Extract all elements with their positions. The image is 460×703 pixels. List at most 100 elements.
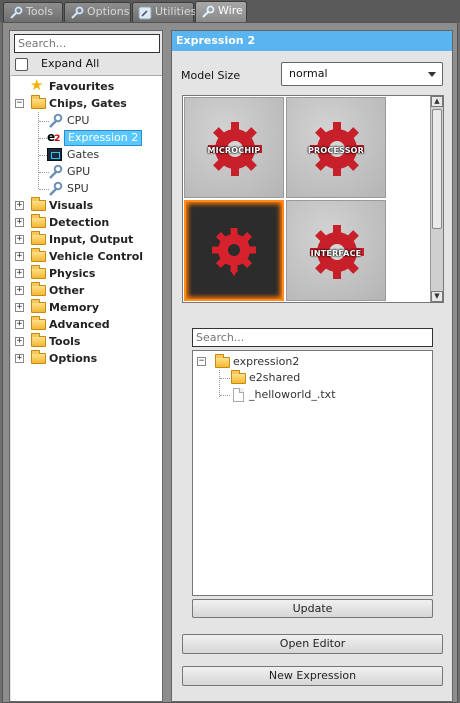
tree-item-label: Favourites <box>49 80 115 93</box>
wrench-icon <box>71 6 84 19</box>
gates-icon <box>47 148 62 161</box>
tree-item-gpu[interactable]: GPU <box>11 163 162 180</box>
tree-item-gates[interactable]: Gates <box>11 146 162 163</box>
file-icon <box>233 388 244 402</box>
tab-label: Utilities <box>155 5 197 18</box>
star-icon: ★ <box>30 76 44 94</box>
expand-toggle[interactable]: + <box>15 252 24 261</box>
wrench-icon <box>49 181 63 196</box>
checkbox[interactable] <box>15 58 28 71</box>
expand-toggle[interactable]: + <box>15 337 24 346</box>
model-tile-processor[interactable]: PROCESSOR <box>286 97 386 198</box>
model-tile-interface[interactable]: INTERFACE <box>286 200 386 301</box>
collapse-toggle[interactable]: − <box>15 99 24 108</box>
model-label: INTERFACE <box>310 249 362 258</box>
folder-icon <box>31 214 46 228</box>
tree-item-chips-gates[interactable]: − Chips, Gates <box>11 95 162 112</box>
folder-icon <box>31 231 46 245</box>
tree-item-label: Input, Output <box>49 233 134 246</box>
model-label: MICROCHIP <box>207 146 261 155</box>
expand-all-label: Expand All <box>41 57 100 70</box>
scroll-up-button[interactable]: ▲ <box>431 96 443 107</box>
wrench-icon <box>49 113 63 128</box>
tree-item-physics[interactable]: + Physics <box>11 265 162 282</box>
tab-label: Wire <box>218 4 243 17</box>
tree-item-label: Detection <box>49 216 110 229</box>
folder-icon <box>31 197 46 211</box>
tab-options[interactable]: Options <box>64 2 131 22</box>
folder-icon <box>31 95 46 109</box>
tool-settings-pane: Expression 2 Model Size normal MICROCHIP <box>171 30 453 702</box>
file-search-input[interactable] <box>192 328 433 347</box>
tree-item-label: Options <box>49 352 98 365</box>
tree-item-options[interactable]: + Options <box>11 350 162 367</box>
tab-label: Options <box>87 5 130 18</box>
folder-label: e2shared <box>249 371 301 384</box>
category-search-input[interactable] <box>14 34 160 53</box>
category-tree: ★ Favourites − Chips, Gates CPU e2 Expre… <box>11 75 162 701</box>
wrench-icon <box>202 5 215 18</box>
tree-connector <box>219 370 220 397</box>
tree-item-other[interactable]: + Other <box>11 282 162 299</box>
folder-icon <box>31 299 46 313</box>
tree-item-label: Visuals <box>49 199 94 212</box>
tree-item-cpu[interactable]: CPU <box>11 112 162 129</box>
model-tile-selected[interactable] <box>184 200 284 301</box>
pane-title: Expression 2 <box>172 31 452 51</box>
tree-item-label: Expression 2 <box>64 130 143 146</box>
tree-item-label: Vehicle Control <box>49 250 144 263</box>
wrench-icon <box>49 164 63 179</box>
tree-item-visuals[interactable]: + Visuals <box>11 197 162 214</box>
tree-item-expression-2[interactable]: e2 Expression 2 <box>11 129 162 146</box>
tree-item-advanced[interactable]: + Advanced <box>11 316 162 333</box>
tree-item-input-output[interactable]: + Input, Output <box>11 231 162 248</box>
new-expression-button[interactable]: New Expression <box>182 666 443 686</box>
tree-item-label: GPU <box>67 165 91 178</box>
expand-toggle[interactable]: + <box>15 286 24 295</box>
model-size-value: normal <box>289 67 328 80</box>
open-editor-button[interactable]: Open Editor <box>182 634 443 654</box>
gallery-scrollbar[interactable]: ▲ ▼ <box>430 96 443 302</box>
folder-icon <box>31 350 46 364</box>
tree-item-label: CPU <box>67 114 90 127</box>
expand-toggle[interactable]: + <box>15 320 24 329</box>
expand-toggle[interactable]: + <box>15 354 24 363</box>
model-size-label: Model Size <box>181 69 241 82</box>
expand-toggle[interactable]: + <box>15 269 24 278</box>
expand-toggle[interactable]: + <box>15 235 24 244</box>
expand-toggle[interactable]: + <box>15 201 24 210</box>
category-pane: Expand All ★ Favourites − Chips, Gates <box>9 30 163 702</box>
tree-item-spu[interactable]: SPU <box>11 180 162 197</box>
folder-icon <box>31 316 46 330</box>
tree-connector <box>220 395 230 396</box>
expand-toggle[interactable]: + <box>15 303 24 312</box>
tree-item-vehicle-control[interactable]: + Vehicle Control <box>11 248 162 265</box>
tab-utilities[interactable]: Utilities <box>132 2 197 22</box>
tree-item-memory[interactable]: + Memory <box>11 299 162 316</box>
folder-icon <box>31 248 46 262</box>
utilities-icon <box>138 6 152 20</box>
tree-item-detection[interactable]: + Detection <box>11 214 162 231</box>
scroll-down-button[interactable]: ▼ <box>431 291 443 302</box>
model-gallery: MICROCHIP PROCESSOR INTERFACE ▲ ▼ <box>182 95 444 303</box>
folder-icon <box>231 370 246 384</box>
tree-item-label: Advanced <box>49 318 110 331</box>
folder-icon <box>31 282 46 296</box>
tree-item-label: Memory <box>49 301 100 314</box>
folder-icon <box>215 354 230 368</box>
tree-item-label: Physics <box>49 267 96 280</box>
tab-tools[interactable]: Tools <box>3 2 63 22</box>
tree-item-label: Tools <box>49 335 81 348</box>
model-tile-microchip[interactable]: MICROCHIP <box>184 97 284 198</box>
tree-item-label: Other <box>49 284 85 297</box>
tab-wire[interactable]: Wire <box>195 1 247 22</box>
scrollbar-thumb[interactable] <box>432 109 442 229</box>
collapse-toggle[interactable]: − <box>197 357 206 366</box>
expand-toggle[interactable]: + <box>15 218 24 227</box>
wrench-icon <box>10 6 23 19</box>
tree-item-favourites[interactable]: ★ Favourites <box>11 76 162 95</box>
model-size-select[interactable]: normal <box>281 62 443 86</box>
chevron-down-icon <box>428 72 436 77</box>
update-button[interactable]: Update <box>192 599 433 618</box>
tree-item-tools[interactable]: + Tools <box>11 333 162 350</box>
